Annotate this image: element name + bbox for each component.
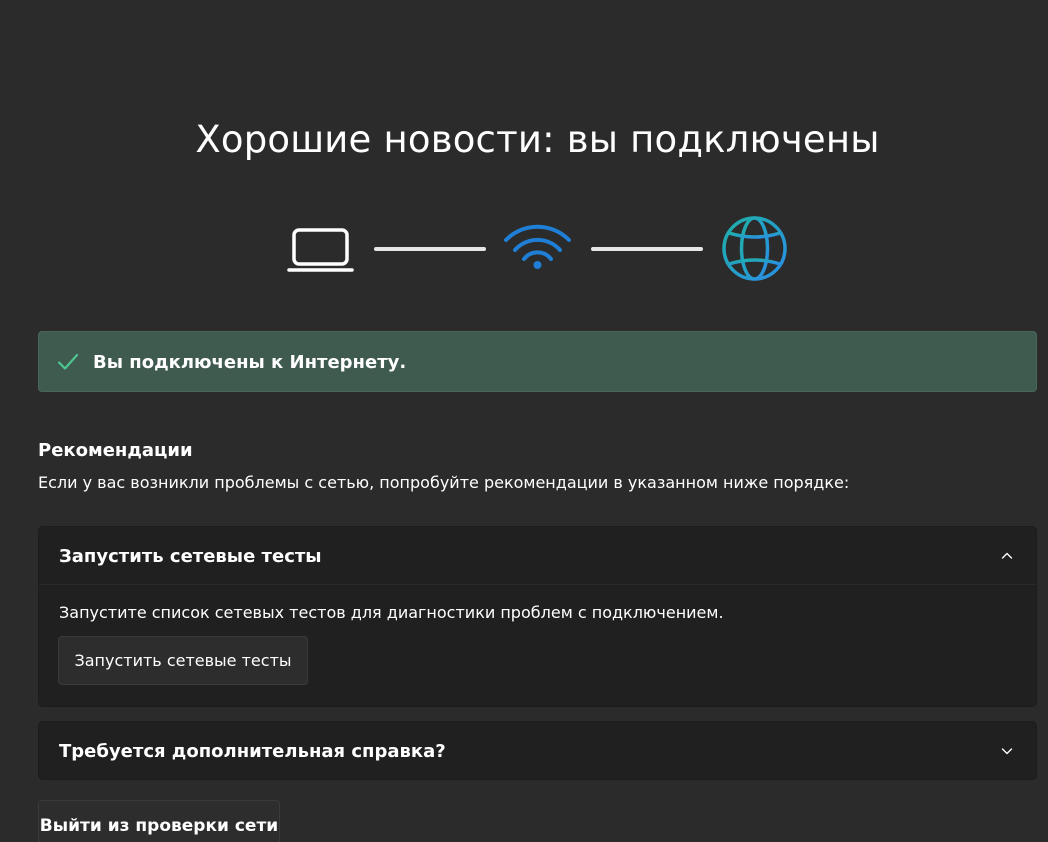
chevron-up-icon[interactable] xyxy=(1000,549,1014,563)
laptop-icon xyxy=(287,228,354,272)
network-check-page: Хорошие новости: вы подключены Вы подклю… xyxy=(0,0,1048,842)
chevron-down-icon[interactable] xyxy=(1000,744,1014,758)
card-description: Запустите список сетевых тестов для диаг… xyxy=(59,603,724,622)
run-network-tests-button[interactable]: Запустить сетевые тесты xyxy=(58,636,308,685)
checkmark-icon xyxy=(57,353,79,370)
recommendations-heading: Рекомендации xyxy=(38,440,193,461)
run-network-tests-card: Запустить сетевые тесты Запустите список… xyxy=(38,526,1037,707)
connection-status-banner: Вы подключены к Интернету. xyxy=(38,331,1037,392)
card-title: Требуется дополнительная справка? xyxy=(59,741,446,762)
recommendations-description: Если у вас возникли проблемы с сетью, по… xyxy=(38,473,850,492)
status-text: Вы подключены к Интернету. xyxy=(93,352,407,373)
page-title: Хорошие новости: вы подключены xyxy=(195,118,880,161)
exit-network-check-button[interactable]: Выйти из проверки сети xyxy=(38,800,280,842)
card-title: Запустить сетевые тесты xyxy=(59,546,322,567)
connection-diagram xyxy=(0,210,1048,290)
run-network-tests-card-header[interactable]: Запустить сетевые тесты xyxy=(39,527,1036,585)
globe-icon xyxy=(722,216,787,281)
wifi-icon xyxy=(504,224,571,269)
additional-help-card-header[interactable]: Требуется дополнительная справка? xyxy=(39,722,1036,780)
additional-help-card: Требуется дополнительная справка? xyxy=(38,721,1037,780)
